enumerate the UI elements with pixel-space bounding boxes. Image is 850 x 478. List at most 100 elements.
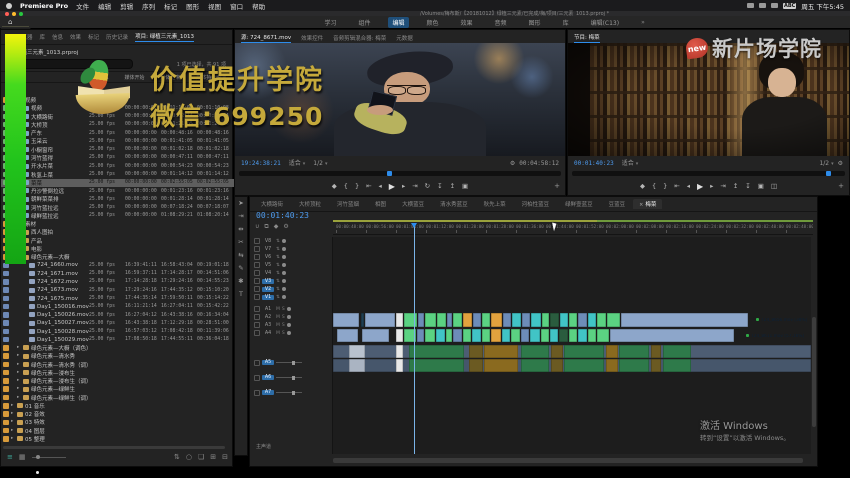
audio-track-header-tall[interactable]: A5 xyxy=(250,355,332,370)
mute-button[interactable]: M xyxy=(276,331,280,336)
workspace-tab[interactable]: 组件 xyxy=(354,17,374,28)
timeline-clip-segment[interactable] xyxy=(569,313,577,327)
transport-button[interactable]: ◆ xyxy=(332,182,337,190)
transport-button[interactable]: ↻ xyxy=(425,182,430,190)
label-chip[interactable] xyxy=(3,395,9,401)
timeline-clip-segment[interactable] xyxy=(619,359,649,372)
transport-button[interactable]: } xyxy=(663,182,667,190)
track-name[interactable]: V7 xyxy=(262,247,274,252)
project-row[interactable]: 河竹蓝得 25.00 fps 00:00:00:00 00:00:47:11 0… xyxy=(1,154,234,162)
apple-menu-icon[interactable] xyxy=(6,3,12,9)
sequence-tab[interactable]: 大桥顶粒 xyxy=(291,199,327,209)
transport-button[interactable]: ↥ xyxy=(450,182,455,190)
transport-button[interactable]: ⇤ xyxy=(366,182,371,190)
track-volume-fader[interactable] xyxy=(276,362,302,363)
tool-button[interactable]: ✱ xyxy=(235,275,247,288)
timeline-toolbar-icon[interactable]: ∪ xyxy=(255,223,259,231)
timeline-clip-segment[interactable] xyxy=(472,329,481,342)
project-row[interactable]: Day1_150029.mov 25.00 fps 17:08:50:18 17… xyxy=(1,336,234,344)
timeline-clip-segment[interactable] xyxy=(365,313,395,327)
timeline-clip-segment[interactable] xyxy=(503,313,511,327)
menubar-clock[interactable]: 周五 下午5:45 xyxy=(801,1,844,11)
project-row[interactable]: 绿鲜蓝拉远 25.00 fps 00:00:00:00 01:08:29:21 … xyxy=(1,212,234,220)
timeline-clip-segment[interactable] xyxy=(396,359,403,372)
timeline-clip-segment[interactable] xyxy=(417,329,424,342)
label-chip[interactable] xyxy=(3,345,9,351)
project-row[interactable]: ▸ 02 音效 xyxy=(1,410,234,418)
project-row[interactable]: 丹沙警倒拉远 25.00 fps 00:00:00:00 00:01:23:16… xyxy=(1,187,234,195)
sequence-tab[interactable]: ×梅菜 xyxy=(633,199,662,209)
track-lock-icon[interactable] xyxy=(254,246,260,252)
voiceover-record-icon[interactable] xyxy=(287,323,291,327)
project-row[interactable]: ▸ 电影 xyxy=(1,245,234,253)
tool-button[interactable]: ✂ xyxy=(235,236,247,249)
label-chip[interactable] xyxy=(3,420,9,426)
timeline-clip-segment[interactable] xyxy=(550,329,558,342)
track-lock-icon[interactable] xyxy=(254,314,260,320)
project-row[interactable]: 产东 25.00 fps 00:00:00:00 00:00:48:16 00:… xyxy=(1,129,234,137)
project-row[interactable]: Day1_150016.mov 25.00 fps 16:11:21:14 16… xyxy=(1,303,234,311)
timeline-clip-segment[interactable] xyxy=(551,345,563,358)
list-view-button[interactable]: ≡ xyxy=(7,453,13,461)
project-row[interactable]: ▾ 绿色元素—大橱 xyxy=(1,253,234,261)
home-icon[interactable]: ⌂ xyxy=(8,18,12,26)
timeline-clip-segment[interactable] xyxy=(588,313,596,327)
time-ruler[interactable]: 00:00:48:0000:00:56:0000:01:04:0000:01:1… xyxy=(333,223,813,235)
work-area-bar[interactable] xyxy=(333,220,813,222)
disclosure-caret[interactable]: ▸ xyxy=(17,362,19,367)
menu-item[interactable]: 窗口 xyxy=(230,1,243,11)
footer-icon-button[interactable]: ⊞ xyxy=(210,453,216,461)
transport-button[interactable]: { xyxy=(344,182,348,190)
track-output-toggle-icon[interactable] xyxy=(282,263,286,267)
voiceover-record-icon[interactable] xyxy=(287,315,291,319)
timeline-clip-segment[interactable] xyxy=(491,329,501,342)
sequence-tab[interactable]: 大横路街 xyxy=(253,199,289,209)
project-row[interactable]: 724_1673.mov 25.00 fps 17:29:24:16 17:44… xyxy=(1,286,234,294)
project-panel-tab[interactable]: 库 xyxy=(40,33,46,41)
track-name[interactable]: A2 xyxy=(262,315,274,320)
transport-button[interactable]: ◫ xyxy=(771,182,777,190)
audio-track-header[interactable]: A1 M S xyxy=(250,305,332,313)
workspace-tab[interactable]: 颜色 xyxy=(423,17,443,28)
sequence-tab[interactable]: 河柏性蓝豆 xyxy=(514,199,556,209)
timeline-horizontal-scrollbar[interactable] xyxy=(333,458,803,463)
project-row[interactable]: ▸ 04 图层 xyxy=(1,427,234,435)
footer-icon-button[interactable]: ❏ xyxy=(198,453,204,461)
menu-item[interactable]: 文件 xyxy=(76,1,89,11)
project-horizontal-scrollbar[interactable] xyxy=(3,446,225,449)
timeline-clip-segment[interactable] xyxy=(511,329,520,342)
project-row[interactable]: 724_1672.mov 25.00 fps 17:14:28:18 17:29… xyxy=(1,278,234,286)
sync-lock-icon[interactable]: ⇅ xyxy=(276,247,280,252)
timeline-clip-segment[interactable] xyxy=(607,313,620,327)
sequence-tab[interactable]: 相图 xyxy=(367,199,392,209)
workspace-tab[interactable]: 编辑(C13) xyxy=(587,17,624,28)
timeline-clip-segment[interactable] xyxy=(663,345,691,358)
project-row[interactable]: ▸ 05 整理 xyxy=(1,435,234,443)
project-row[interactable]: 秋氢上菜 25.00 fps 00:00:00:00 00:01:14:12 0… xyxy=(1,170,234,178)
timeline-clip-segment[interactable] xyxy=(578,329,587,342)
sequence-tab[interactable]: 河竹蓝烟 xyxy=(329,199,365,209)
disclosure-caret[interactable]: ▸ xyxy=(17,370,19,375)
project-row[interactable]: ▸ 绿色元素—浸布生 xyxy=(1,369,234,377)
master-track-label[interactable]: 主声道 xyxy=(256,443,271,450)
project-row[interactable]: ▸ 绿色元素—清水秀 xyxy=(1,352,234,360)
project-panel-tab[interactable]: 标记 xyxy=(88,33,99,41)
track-name[interactable]: A3 xyxy=(262,323,274,328)
timeline-clip-segment[interactable] xyxy=(484,345,518,358)
timeline-clip-segment[interactable] xyxy=(404,313,417,327)
track-output-toggle-icon[interactable] xyxy=(282,255,286,259)
menu-item[interactable]: 图形 xyxy=(186,1,199,11)
sequence-tab[interactable]: 秋先上菜 xyxy=(476,199,512,209)
sequence-tab[interactable]: 豆蓝豆 xyxy=(601,199,632,209)
timeline-clip-segment[interactable] xyxy=(531,313,541,327)
disclosure-caret[interactable]: ▸ xyxy=(11,419,13,424)
track-lock-icon[interactable] xyxy=(254,294,260,300)
timeline-clip-segment[interactable] xyxy=(502,329,510,342)
track-name[interactable]: A1 xyxy=(262,307,274,312)
source-monitor-tab[interactable]: 源: 724_8671.mov xyxy=(241,33,291,43)
timeline-vertical-scrollbar[interactable] xyxy=(812,317,816,427)
label-chip[interactable] xyxy=(3,370,9,376)
project-panel-tab[interactable]: 效果 xyxy=(70,33,81,41)
audio-track-header[interactable]: A4 M S xyxy=(250,329,332,337)
program-fit-dropdown[interactable]: 适合▾ xyxy=(622,160,639,168)
